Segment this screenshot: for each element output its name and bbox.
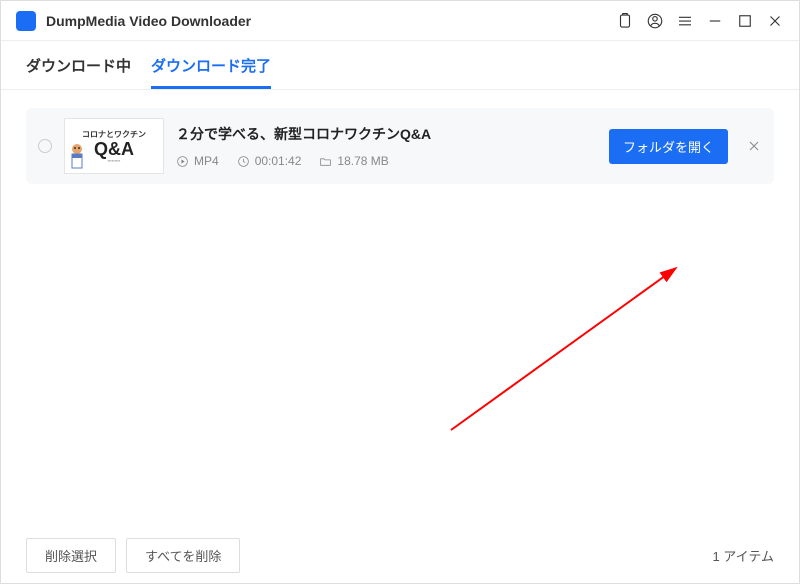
window-controls — [616, 12, 784, 30]
meta-size: 18.78 MB — [319, 154, 388, 168]
app-title: DumpMedia Video Downloader — [46, 13, 616, 29]
menu-icon[interactable] — [676, 12, 694, 30]
tab-downloading[interactable]: ダウンロード中 — [26, 41, 131, 89]
minimize-icon[interactable] — [706, 12, 724, 30]
tab-completed[interactable]: ダウンロード完了 — [151, 41, 271, 89]
meta-format: MP4 — [176, 154, 219, 168]
annotation-arrow — [441, 260, 691, 435]
close-icon[interactable] — [766, 12, 784, 30]
play-icon — [176, 155, 189, 168]
maximize-icon[interactable] — [736, 12, 754, 30]
user-icon[interactable] — [646, 12, 664, 30]
delete-selected-button[interactable]: 削除選択 — [26, 538, 116, 573]
thumb-line2: Q&A — [94, 140, 134, 158]
size-value: 18.78 MB — [337, 154, 388, 168]
tabs: ダウンロード中 ダウンロード完了 — [1, 41, 799, 90]
footer: 削除選択 すべてを削除 1 アイテム — [1, 527, 799, 583]
item-meta: MP4 00:01:42 18.78 MB — [176, 154, 597, 168]
duration-value: 00:01:42 — [255, 154, 302, 168]
thumb-line3: ▪▪▪▪▪▪▪▪▪ — [108, 158, 121, 163]
clock-icon — [237, 155, 250, 168]
download-item: コロナとワクチン Q&A ▪▪▪▪▪▪▪▪▪ ２分で学べる、新型コロナワクチンQ… — [26, 108, 774, 184]
select-radio[interactable] — [38, 139, 52, 153]
delete-all-button[interactable]: すべてを削除 — [126, 538, 240, 573]
clipboard-icon[interactable] — [616, 12, 634, 30]
format-value: MP4 — [194, 154, 219, 168]
meta-duration: 00:01:42 — [237, 154, 302, 168]
content-area: コロナとワクチン Q&A ▪▪▪▪▪▪▪▪▪ ２分で学べる、新型コロナワクチンQ… — [1, 90, 799, 524]
remove-item-icon[interactable] — [746, 138, 762, 154]
titlebar: DumpMedia Video Downloader — [1, 1, 799, 41]
item-title: ２分で学べる、新型コロナワクチンQ&A — [176, 124, 597, 144]
item-info: ２分で学べる、新型コロナワクチンQ&A MP4 00:01:42 18.78 M… — [176, 124, 597, 168]
app-logo-icon — [16, 11, 36, 31]
thumbnail: コロナとワクチン Q&A ▪▪▪▪▪▪▪▪▪ — [64, 118, 164, 174]
folder-icon — [319, 155, 332, 168]
open-folder-button[interactable]: フォルダを開く — [609, 129, 728, 164]
item-count: 1 アイテム — [712, 546, 774, 565]
